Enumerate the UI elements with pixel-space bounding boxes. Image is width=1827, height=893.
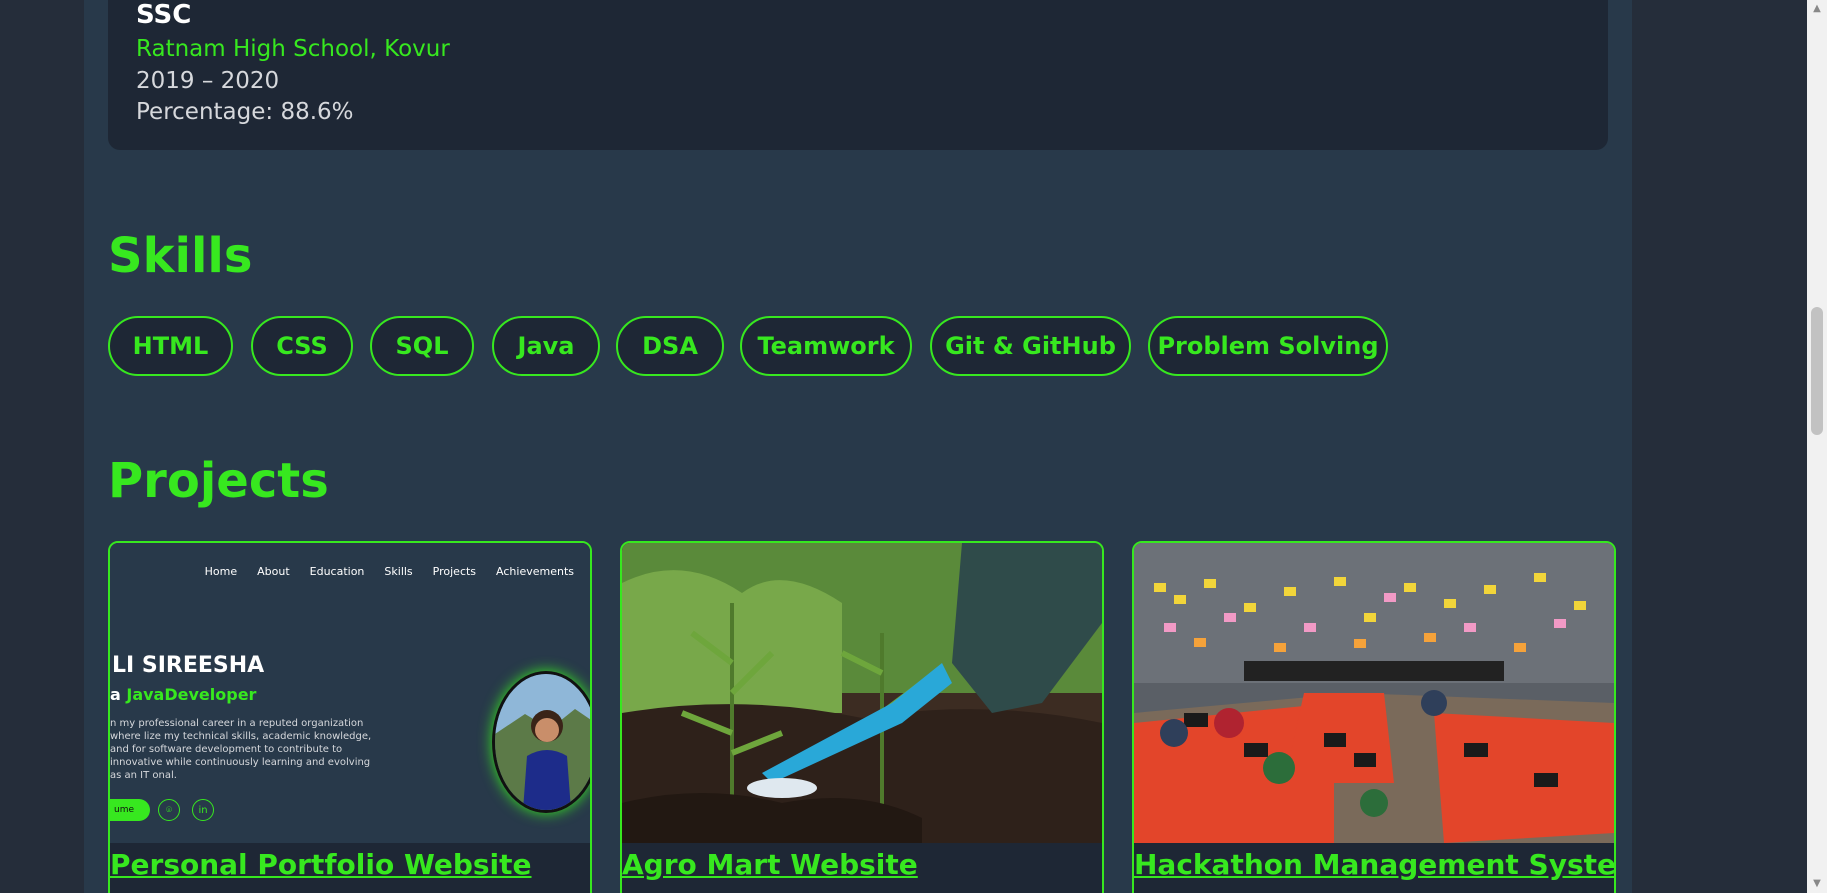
scroll-up-icon[interactable]: ▲ <box>1807 0 1827 18</box>
project-card-agro-mart[interactable]: Agro Mart Website <box>620 541 1104 893</box>
education-title: SSC <box>136 0 192 30</box>
project-title-hackathon[interactable]: Hackathon Management System <box>1134 848 1614 881</box>
preview-role: a JavaDeveloper <box>110 685 257 704</box>
github-icon: ⌾ <box>158 799 180 821</box>
scrollbar-thumb[interactable] <box>1811 307 1823 435</box>
skills-heading: Skills <box>108 228 253 284</box>
preview-resume-button: ume <box>110 799 150 821</box>
scroll-down-icon[interactable]: ▼ <box>1807 875 1827 893</box>
page-scrollbar[interactable]: ▲ ▼ <box>1807 0 1827 893</box>
skill-chip-teamwork: Teamwork <box>740 316 912 376</box>
project-image-portfolio: Home About Education Skills Projects Ach… <box>110 543 590 843</box>
project-image-hackathon <box>1134 543 1614 843</box>
education-years: 2019 – 2020 <box>136 68 280 94</box>
project-card-portfolio[interactable]: Home About Education Skills Projects Ach… <box>108 541 592 893</box>
preview-nav-item: Achievements <box>496 565 574 578</box>
skill-chip-git-github: Git & GitHub <box>930 316 1131 376</box>
preview-description: n my professional career in a reputed or… <box>110 718 372 781</box>
skill-chip-sql: SQL <box>370 316 474 376</box>
avatar <box>492 671 590 813</box>
preview-name: LI SIREESHA <box>112 653 265 678</box>
education-percentage: Percentage: 88.6% <box>136 99 354 125</box>
linkedin-icon: in <box>192 799 214 821</box>
preview-nav-item: Projects <box>432 565 477 578</box>
preview-nav-item: About <box>257 565 290 578</box>
skill-chip-dsa: DSA <box>616 316 724 376</box>
projects-heading: Projects <box>108 453 329 509</box>
skill-chip-problem-solving: Problem Solving <box>1148 316 1388 376</box>
project-title-portfolio[interactable]: Personal Portfolio Website <box>110 848 532 881</box>
main-panel: SSC Ratnam High School, Kovur 2019 – 202… <box>84 0 1632 893</box>
project-card-hackathon[interactable]: Hackathon Management System <box>1132 541 1616 893</box>
project-image-agro-mart <box>622 543 1102 843</box>
skill-chip-html: HTML <box>108 316 233 376</box>
education-school: Ratnam High School, Kovur <box>136 36 450 62</box>
preview-nav-item: Home <box>204 565 238 578</box>
education-card-ssc: SSC Ratnam High School, Kovur 2019 – 202… <box>108 0 1608 150</box>
skill-chip-css: CSS <box>251 316 353 376</box>
preview-nav-item: Education <box>309 565 365 578</box>
preview-nav-item: Skills <box>384 565 413 578</box>
project-title-agro-mart[interactable]: Agro Mart Website <box>622 848 918 881</box>
skill-chip-java: Java <box>492 316 600 376</box>
preview-nav: Home About Education Skills Projects Ach… <box>205 565 574 578</box>
